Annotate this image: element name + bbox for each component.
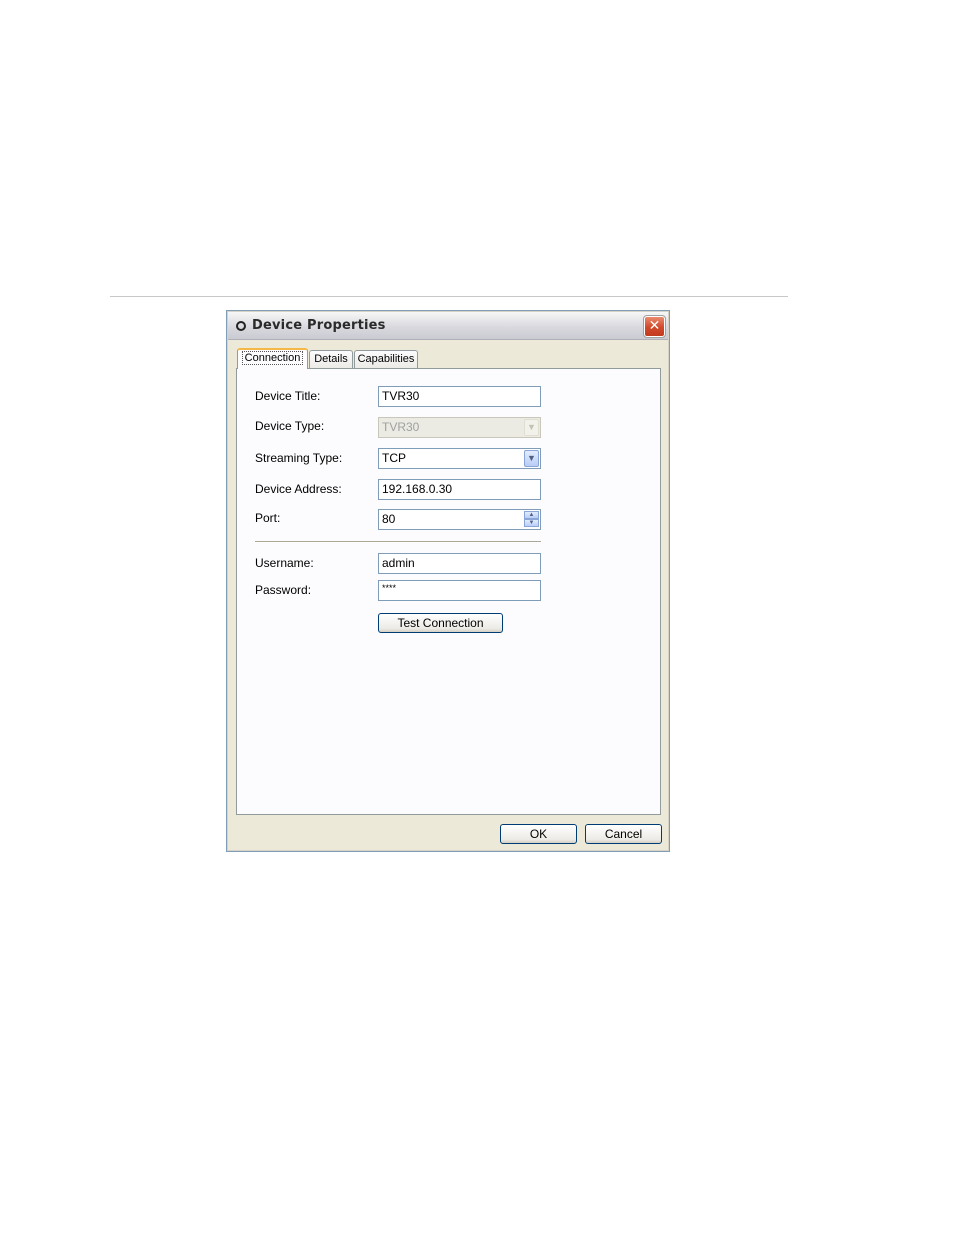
cancel-button[interactable]: Cancel [585, 824, 662, 844]
section-divider [255, 541, 541, 543]
device-title-value: TVR30 [382, 389, 420, 403]
device-title-label: Device Title: [255, 389, 321, 403]
device-properties-dialog: Device Properties ✕ Connection Details C… [226, 310, 670, 852]
device-address-value: 192.168.0.30 [382, 482, 453, 496]
port-label: Port: [255, 511, 281, 525]
tab-details-label: Details [314, 353, 348, 365]
connection-panel: Device Title: TVR30 Device Type: TVR30 ▼… [236, 368, 661, 815]
username-input[interactable]: admin [378, 553, 541, 574]
tab-capabilities[interactable]: Capabilities [354, 350, 418, 368]
ok-button[interactable]: OK [500, 824, 577, 844]
device-type-select: TVR30 ▼ [378, 417, 541, 438]
username-value: admin [382, 556, 415, 570]
password-value: **** [382, 583, 397, 593]
close-button[interactable]: ✕ [643, 315, 666, 338]
streaming-type-label: Streaming Type: [255, 451, 343, 465]
up-down-arrows-icon[interactable]: ▲ ▼ [524, 511, 539, 528]
device-type-value: TVR30 [382, 420, 420, 434]
close-icon: ✕ [648, 318, 661, 334]
streaming-type-select[interactable]: TCP ▼ [378, 448, 541, 469]
port-stepper[interactable]: 80 ▲ ▼ [378, 509, 541, 530]
page-divider [110, 296, 788, 297]
chevron-down-icon: ▼ [524, 419, 539, 436]
password-label: Password: [255, 583, 312, 597]
spin-up-button[interactable]: ▲ [524, 511, 539, 519]
device-type-label: Device Type: [255, 419, 325, 433]
port-value: 80 [382, 512, 396, 526]
test-connection-button[interactable]: Test Connection [378, 613, 503, 633]
tab-capabilities-label: Capabilities [357, 353, 415, 365]
tab-connection[interactable]: Connection [237, 348, 308, 369]
device-address-label: Device Address: [255, 482, 342, 496]
chevron-down-icon[interactable]: ▼ [524, 450, 539, 467]
password-input[interactable]: **** [378, 580, 541, 601]
username-label: Username: [255, 556, 314, 570]
tab-connection-label: Connection [241, 351, 304, 365]
ring-icon [236, 321, 246, 331]
spin-down-button[interactable]: ▼ [524, 519, 539, 527]
dialog-title: Device Properties [252, 318, 386, 333]
device-title-input[interactable]: TVR30 [378, 386, 541, 407]
device-address-input[interactable]: 192.168.0.30 [378, 479, 541, 500]
title-bar[interactable]: Device Properties ✕ [228, 312, 668, 340]
streaming-type-value: TCP [382, 451, 406, 465]
tab-details[interactable]: Details [309, 350, 353, 368]
